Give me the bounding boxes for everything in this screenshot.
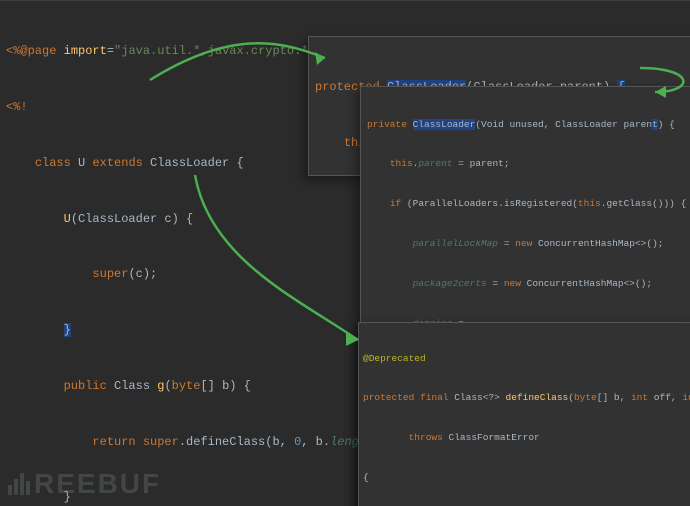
code-line: if (ParallelLoaders.isRegistered(this.ge…: [367, 197, 690, 210]
code-line: protected final Class<?> defineClass(byt…: [363, 391, 690, 404]
code-line: package2certs = new ConcurrentHashMap<>(…: [367, 277, 690, 290]
quick-definition-popup-3[interactable]: @Deprecated protected final Class<?> def…: [358, 322, 690, 506]
code-line: parallelLockMap = new ConcurrentHashMap<…: [367, 237, 690, 250]
code-line: {: [363, 471, 690, 484]
code-line: this.parent = parent;: [367, 157, 690, 170]
code-line: throws ClassFormatError: [363, 431, 690, 444]
code-line: @Deprecated: [363, 352, 690, 365]
code-line: private ClassLoader(Void unused, ClassLo…: [367, 118, 690, 131]
